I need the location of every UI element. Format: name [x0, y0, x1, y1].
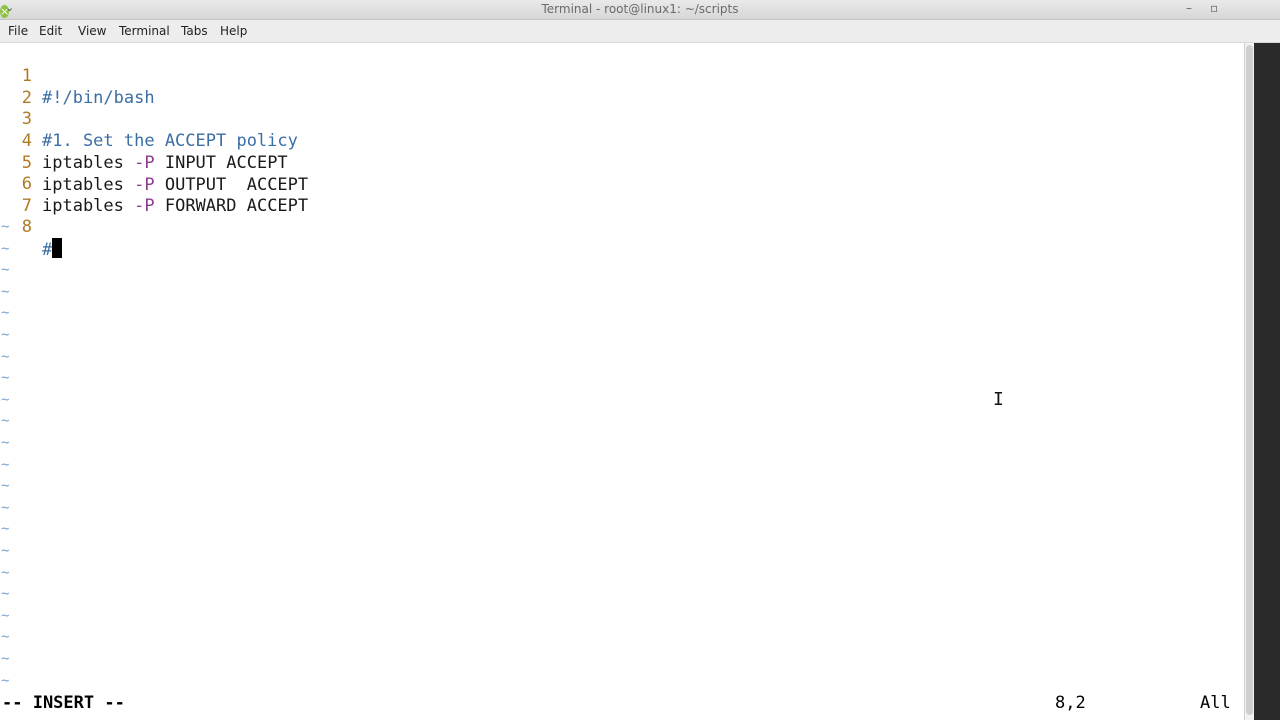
tilde-marker: ~: [1, 456, 10, 473]
minimize-icon[interactable]: –: [1186, 1, 1192, 15]
code-line: 5 iptables -P OUTPUT ACCEPT: [0, 130, 308, 195]
maximize-icon[interactable]: ▫: [1210, 1, 1218, 15]
status-line: -- INSERT -- 8,2 All: [0, 691, 1244, 715]
tilde-marker: ~: [1, 435, 10, 451]
tilde-marker: ~: [1, 305, 10, 322]
code-text: #: [42, 240, 53, 260]
command-token: iptables: [42, 196, 135, 216]
args-token: INPUT ACCEPT: [154, 153, 288, 173]
menu-file[interactable]: File: [8, 24, 28, 38]
code-text: iptables -P INPUT ACCEPT: [42, 152, 288, 174]
tilde-marker: ~: [1, 391, 10, 408]
code-line: 1 #!/bin/bash: [0, 43, 155, 108]
flag-token: -P: [134, 153, 155, 173]
code-line: 3 #1. Set the ACCEPT policy: [0, 86, 298, 151]
cursor-position: 8,2: [1055, 693, 1086, 713]
tilde-marker: ~: [1, 370, 10, 387]
flag-token: -P: [134, 196, 155, 216]
tilde-marker: ~: [1, 543, 10, 559]
scrollbar-thumb[interactable]: [1246, 45, 1253, 715]
command-token: iptables: [42, 153, 135, 173]
menu-help[interactable]: Help: [220, 24, 247, 38]
menu-terminal[interactable]: Terminal: [119, 24, 170, 38]
tilde-marker: ~: [1, 521, 10, 538]
tilde-marker: ~: [1, 283, 10, 300]
command-token: iptables: [42, 175, 135, 195]
code-line: 2: [0, 65, 41, 108]
tilde-marker: ~: [1, 499, 10, 516]
vim-editor[interactable]: 1 #!/bin/bash 2 3 #1. Set the ACCEPT pol…: [0, 43, 1244, 691]
tilde-marker: ~: [1, 219, 10, 235]
code-line: 6 iptables -P FORWARD ACCEPT: [0, 151, 308, 216]
menu-bar: File Edit View Terminal Tabs Help: [0, 20, 1280, 43]
tilde-marker: ~: [1, 672, 10, 689]
tilde-marker: ~: [1, 348, 10, 365]
code-text: #1. Set the ACCEPT policy: [42, 131, 298, 151]
text-cursor: [52, 238, 63, 258]
tilde-marker: ~: [1, 262, 10, 279]
desktop-edge: [1254, 43, 1280, 720]
tilde-marker: ~: [1, 586, 10, 603]
tilde-marker: ~: [1, 651, 10, 667]
menu-view[interactable]: View: [78, 24, 106, 38]
tilde-marker: ~: [1, 478, 10, 495]
code-text: #!/bin/bash: [42, 88, 155, 108]
args-token: OUTPUT ACCEPT: [154, 175, 309, 195]
menu-tabs[interactable]: Tabs: [181, 24, 208, 38]
window-title: Terminal - root@linux1: ~/scripts: [541, 2, 739, 16]
args-token: FORWARD ACCEPT: [154, 196, 309, 216]
mode-indicator: -- INSERT --: [2, 693, 125, 713]
mouse-ibeam-icon: I: [993, 389, 1004, 410]
code-line: 8 #: [0, 194, 63, 260]
tilde-marker: ~: [1, 607, 10, 624]
tilde-marker: ~: [1, 240, 10, 257]
code-text: iptables -P FORWARD ACCEPT: [42, 195, 308, 217]
tilde-marker: ~: [1, 413, 10, 430]
tilde-marker: ~: [1, 629, 10, 646]
code-text: iptables -P OUTPUT ACCEPT: [42, 174, 308, 196]
scroll-indicator: All: [1200, 693, 1231, 713]
code-line: 7: [0, 173, 41, 216]
title-bar: ⌄ Terminal - root@linux1: ~/scripts – ▫ …: [0, 0, 1280, 20]
flag-token: -P: [134, 175, 155, 195]
tilde-marker: ~: [1, 564, 10, 581]
code-line: 4 iptables -P INPUT ACCEPT: [0, 108, 288, 173]
tilde-marker: ~: [1, 327, 10, 343]
menu-edit[interactable]: Edit: [39, 24, 62, 38]
code-text: #: [42, 238, 63, 261]
